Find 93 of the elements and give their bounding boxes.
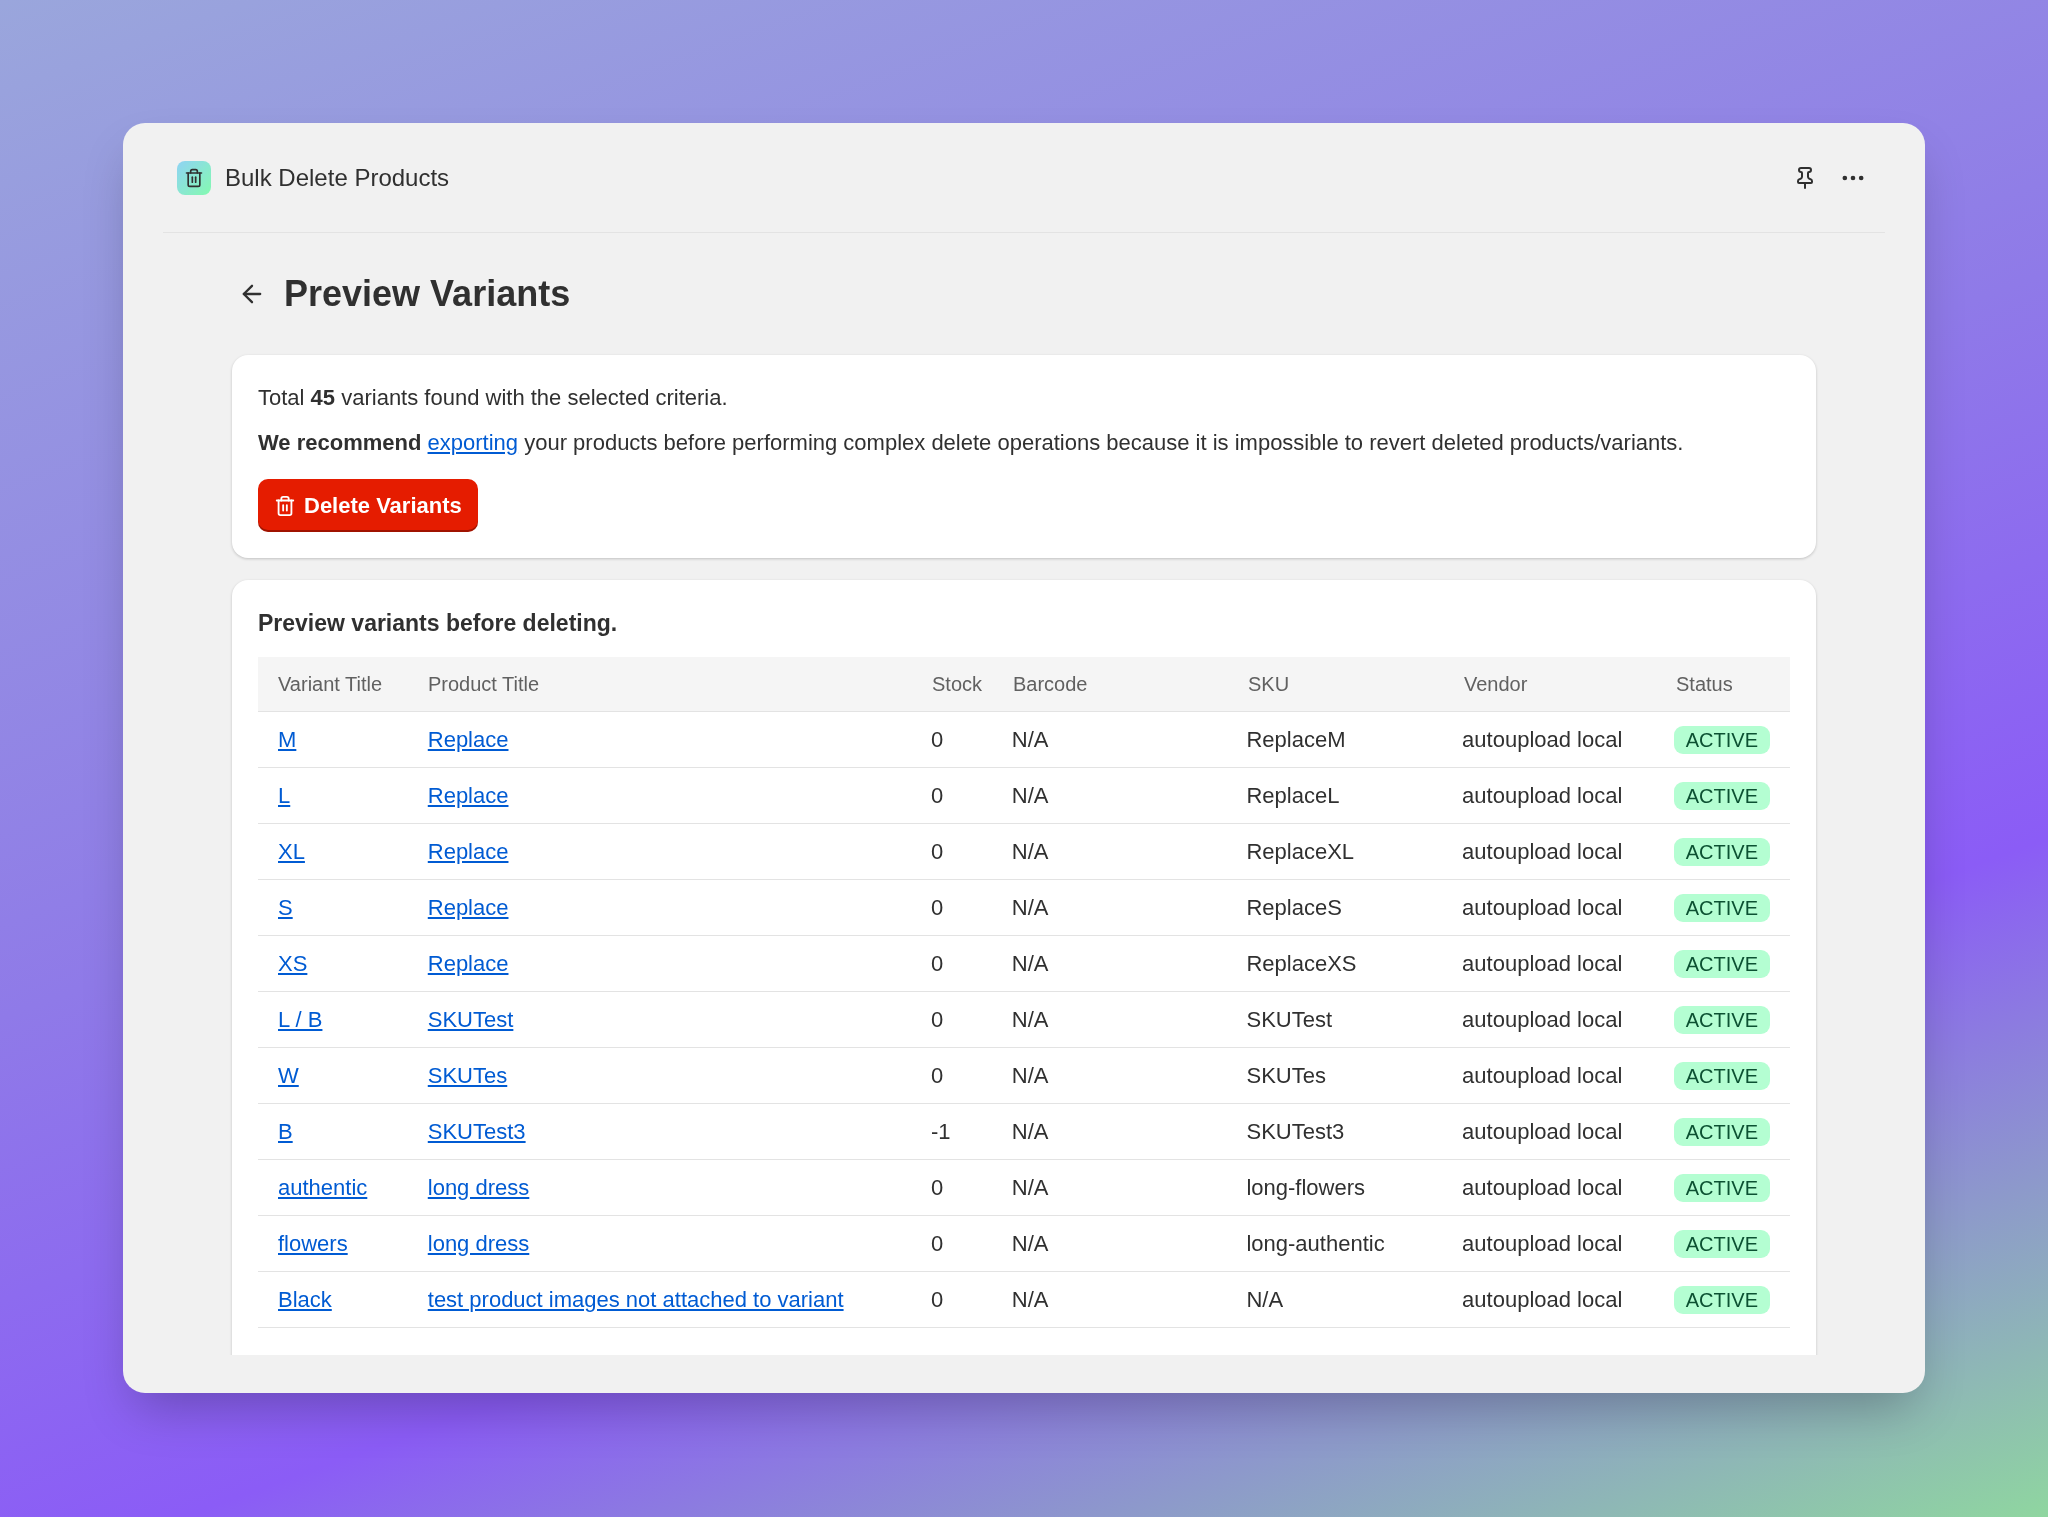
variant-link[interactable]: XL [278, 838, 305, 864]
product-link[interactable]: Replace [427, 894, 509, 920]
stock-cell: -1 [930, 1118, 951, 1144]
warning-text: We recommend exporting your products before performing complex delete operations because it is impossible to revert deleted products/variants. [258, 429, 1685, 457]
app-title: Bulk Delete Products [225, 162, 450, 193]
variant-link[interactable]: flowers [278, 1230, 348, 1256]
status-badge: ACTIVE [1673, 949, 1770, 978]
column-header: Variant Title [278, 672, 383, 695]
barcode-cell: N/A [1011, 1286, 1049, 1312]
status-badge: ACTIVE [1673, 837, 1770, 866]
sku-cell: ReplaceL [1246, 782, 1340, 808]
barcode-cell: N/A [1011, 1174, 1049, 1200]
vendor-cell: autoupload local [1462, 1286, 1623, 1312]
column-header: Barcode [1013, 672, 1088, 695]
barcode-cell: N/A [1011, 950, 1049, 976]
page-title: Preview Variants [284, 272, 571, 316]
vendor-cell: autoupload local [1462, 838, 1623, 864]
product-link[interactable]: SKUTes [427, 1062, 508, 1088]
product-link[interactable]: SKUTest3 [427, 1118, 526, 1144]
vendor-cell: autoupload local [1462, 894, 1623, 920]
column-header: Vendor [1464, 672, 1528, 695]
stock-cell: 0 [930, 950, 944, 976]
sku-cell: SKUTes [1246, 1062, 1326, 1088]
status-badge: ACTIVE [1673, 893, 1770, 922]
product-link[interactable]: Replace [427, 726, 509, 752]
sku-cell: ReplaceM [1246, 726, 1346, 752]
vendor-cell: autoupload local [1462, 1062, 1623, 1088]
stock-cell: 0 [930, 1006, 944, 1032]
vendor-cell: autoupload local [1462, 1174, 1623, 1200]
stock-cell: 0 [930, 782, 944, 808]
status-badge: ACTIVE [1673, 1229, 1770, 1258]
exporting-link[interactable]: exporting [427, 430, 519, 455]
product-link[interactable]: long dress [427, 1174, 530, 1200]
product-link[interactable]: SKUTest [427, 1006, 514, 1032]
trash-icon [274, 494, 296, 517]
barcode-cell: N/A [1011, 1006, 1049, 1032]
status-badge: ACTIVE [1673, 1117, 1770, 1146]
product-link[interactable]: test product images not attached to variant [427, 1286, 844, 1312]
stock-cell: 0 [930, 1286, 944, 1312]
vendor-cell: autoupload local [1462, 950, 1623, 976]
vendor-cell: autoupload local [1462, 782, 1623, 808]
barcode-cell: N/A [1011, 838, 1049, 864]
variant-link[interactable]: XS [278, 950, 308, 976]
table-title: Preview variants before deleting. [258, 609, 619, 638]
variant-link[interactable]: L / B [278, 1006, 323, 1032]
vendor-cell: autoupload local [1462, 1006, 1623, 1032]
sku-cell: N/A [1246, 1286, 1284, 1312]
vendor-cell: autoupload local [1462, 1118, 1623, 1144]
app-icon [177, 160, 211, 195]
status-badge: ACTIVE [1673, 1005, 1770, 1034]
delete-variants-button[interactable]: Delete Variants [258, 479, 478, 532]
barcode-cell: N/A [1011, 1118, 1049, 1144]
column-header: Status [1676, 672, 1733, 695]
product-link[interactable]: long dress [427, 1230, 530, 1256]
vendor-cell: autoupload local [1462, 1230, 1623, 1256]
sku-cell: ReplaceS [1246, 894, 1342, 920]
stock-cell: 0 [930, 1230, 944, 1256]
stock-cell: 0 [930, 838, 944, 864]
barcode-cell: N/A [1011, 894, 1049, 920]
status-badge: ACTIVE [1673, 1285, 1770, 1314]
variant-link[interactable]: Black [278, 1286, 332, 1312]
barcode-cell: N/A [1011, 726, 1049, 752]
column-header: SKU [1248, 672, 1290, 695]
status-badge: ACTIVE [1673, 781, 1770, 810]
barcode-cell: N/A [1011, 1062, 1049, 1088]
variant-link[interactable]: L [278, 782, 291, 808]
sku-cell: long-authentic [1246, 1230, 1385, 1256]
stock-cell: 0 [930, 1174, 944, 1200]
barcode-cell: N/A [1011, 1230, 1049, 1256]
stock-cell: 0 [930, 894, 944, 920]
stock-cell: 0 [930, 726, 944, 752]
variant-link[interactable]: W [278, 1062, 299, 1088]
variant-link[interactable]: S [278, 894, 293, 920]
vendor-cell: autoupload local [1462, 726, 1623, 752]
sku-cell: long-flowers [1246, 1174, 1366, 1200]
barcode-cell: N/A [1011, 782, 1049, 808]
product-link[interactable]: Replace [427, 782, 509, 808]
variant-link[interactable]: M [278, 726, 297, 752]
sku-cell: SKUTest3 [1246, 1118, 1345, 1144]
sku-cell: ReplaceXS [1246, 950, 1357, 976]
stock-cell: 0 [930, 1062, 944, 1088]
variant-link[interactable]: authentic [278, 1174, 368, 1200]
product-link[interactable]: Replace [427, 950, 509, 976]
column-header: Product Title [428, 672, 540, 695]
summary-text: Total 45 variants found with the selected criteria. [258, 384, 729, 412]
sku-cell: SKUTest [1246, 1006, 1333, 1032]
variant-link[interactable]: B [278, 1118, 293, 1144]
status-badge: ACTIVE [1673, 1173, 1770, 1202]
product-link[interactable]: Replace [427, 838, 509, 864]
status-badge: ACTIVE [1673, 1061, 1770, 1090]
status-badge: ACTIVE [1673, 725, 1770, 754]
column-header: Stock [932, 672, 983, 695]
sku-cell: ReplaceXL [1246, 838, 1355, 864]
